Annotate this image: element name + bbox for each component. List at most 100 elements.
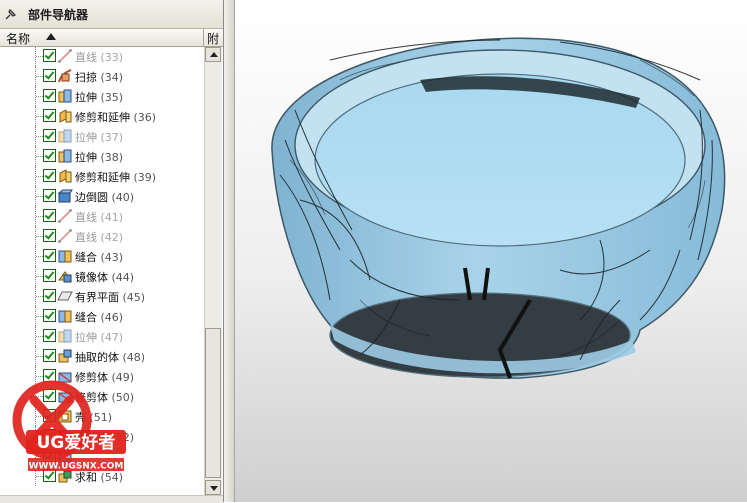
visibility-checkbox[interactable] bbox=[43, 49, 56, 62]
visibility-checkbox[interactable] bbox=[43, 329, 56, 342]
tree-row[interactable]: 缝合 (43) bbox=[0, 246, 203, 266]
visibility-checkbox[interactable] bbox=[43, 109, 56, 122]
tree-connector bbox=[36, 236, 43, 237]
tree-row[interactable]: 缝合 (46) bbox=[0, 306, 203, 326]
tree-row[interactable]: 直线 (42) bbox=[0, 226, 203, 246]
tree-row[interactable]: 抽取的体 (48) bbox=[0, 346, 203, 366]
column-header[interactable]: 名称 附 bbox=[0, 29, 223, 47]
scroll-up-button[interactable] bbox=[205, 47, 221, 62]
feature-entry[interactable]: 镜像体 (44) bbox=[75, 269, 134, 285]
feature-number: (42) bbox=[100, 231, 124, 244]
sew-icon bbox=[58, 250, 72, 263]
feature-label: 边倒圆 bbox=[75, 191, 108, 204]
tree-row[interactable]: 镜像体 (44) bbox=[0, 266, 203, 286]
feature-number: (33) bbox=[100, 51, 124, 64]
graphics-viewport[interactable] bbox=[235, 0, 747, 502]
extrude-icon bbox=[58, 329, 72, 343]
feature-entry[interactable]: 拉伸 (38) bbox=[75, 149, 123, 165]
visibility-checkbox[interactable] bbox=[43, 149, 56, 162]
tree-connector bbox=[36, 196, 43, 197]
feature-label: 扫掠 bbox=[75, 71, 97, 84]
feature-label: 拉伸 bbox=[75, 91, 97, 104]
tree-row[interactable]: 直线 (41) bbox=[0, 206, 203, 226]
bounded-plane-icon bbox=[57, 291, 73, 301]
tree-row[interactable]: 修剪和延伸 (39) bbox=[0, 166, 203, 186]
visibility-checkbox[interactable] bbox=[43, 249, 56, 262]
tree-row[interactable]: 拉伸 (35) bbox=[0, 86, 203, 106]
mirror-body-icon bbox=[58, 271, 72, 283]
navigator-title: 部件导航器 bbox=[28, 8, 89, 22]
arrow-up-icon bbox=[210, 52, 218, 57]
feature-label: 缝合 bbox=[75, 251, 97, 264]
feature-number: (46) bbox=[100, 311, 124, 324]
feature-number: (36) bbox=[133, 111, 157, 124]
tree-connector bbox=[36, 96, 43, 97]
tree-connector bbox=[36, 116, 43, 117]
feature-entry[interactable]: 修剪和延伸 (36) bbox=[75, 109, 156, 125]
visibility-checkbox[interactable] bbox=[43, 69, 56, 82]
vertical-scrollbar[interactable] bbox=[204, 47, 222, 495]
visibility-checkbox[interactable] bbox=[43, 89, 56, 102]
feature-entry[interactable]: 拉伸 (35) bbox=[75, 89, 123, 105]
attach-column-header[interactable]: 附 bbox=[207, 30, 219, 47]
feature-entry[interactable]: 缝合 (46) bbox=[75, 309, 123, 325]
column-divider[interactable] bbox=[203, 29, 204, 46]
visibility-checkbox[interactable] bbox=[43, 189, 56, 202]
feature-entry[interactable]: 直线 (41) bbox=[75, 209, 123, 225]
feature-entry[interactable]: 扫掠 (34) bbox=[75, 69, 123, 85]
tree-row[interactable]: 有界平面 (45) bbox=[0, 286, 203, 306]
visibility-checkbox[interactable] bbox=[43, 289, 56, 302]
feature-number: (38) bbox=[100, 151, 124, 164]
feature-number: (37) bbox=[100, 131, 124, 144]
feature-entry[interactable]: 直线 (42) bbox=[75, 229, 123, 245]
visibility-checkbox[interactable] bbox=[43, 229, 56, 242]
tree-connector bbox=[36, 296, 43, 297]
feature-label: 抽取的体 bbox=[75, 351, 119, 364]
tree-connector bbox=[36, 256, 43, 257]
tree-connector bbox=[36, 216, 43, 217]
name-column-header[interactable]: 名称 bbox=[6, 30, 30, 47]
tree-row[interactable]: 拉伸 (37) bbox=[0, 126, 203, 146]
visibility-checkbox[interactable] bbox=[43, 269, 56, 282]
feature-number: (39) bbox=[133, 171, 157, 184]
feature-entry[interactable]: 拉伸 (37) bbox=[75, 129, 123, 145]
feature-number: (43) bbox=[100, 251, 124, 264]
feature-label: 有界平面 bbox=[75, 291, 119, 304]
feature-entry[interactable]: 修剪和延伸 (39) bbox=[75, 169, 156, 185]
feature-label: 拉伸 bbox=[75, 331, 97, 344]
visibility-checkbox[interactable] bbox=[43, 349, 56, 362]
tree-row[interactable]: 扫掠 (34) bbox=[0, 66, 203, 86]
tree-connector bbox=[36, 356, 43, 357]
feature-label: 修剪和延伸 bbox=[75, 171, 130, 184]
line-icon bbox=[58, 229, 72, 243]
scroll-thumb[interactable] bbox=[205, 328, 221, 478]
feature-entry[interactable]: 拉伸 (47) bbox=[75, 329, 123, 345]
panel-splitter[interactable] bbox=[224, 0, 235, 502]
tree-row[interactable]: 修剪和延伸 (36) bbox=[0, 106, 203, 126]
tree-connector bbox=[36, 56, 43, 57]
tree-row[interactable]: 拉伸 (47) bbox=[0, 326, 203, 346]
watermark-brand: UG爱好者 bbox=[37, 432, 116, 453]
tree-row[interactable]: 拉伸 (38) bbox=[0, 146, 203, 166]
ugsnx-watermark-logo: UG爱好者 WWW.UGSNX.COM bbox=[12, 380, 126, 472]
tree-row[interactable]: 直线 (33) bbox=[0, 47, 203, 66]
feature-entry[interactable]: 直线 (33) bbox=[75, 49, 123, 65]
feature-entry[interactable]: 缝合 (43) bbox=[75, 249, 123, 265]
visibility-checkbox[interactable] bbox=[43, 129, 56, 142]
line-icon bbox=[58, 49, 72, 63]
scroll-down-button[interactable] bbox=[205, 480, 221, 495]
visibility-checkbox[interactable] bbox=[43, 309, 56, 322]
sweep-icon bbox=[58, 69, 72, 83]
visibility-checkbox[interactable] bbox=[43, 169, 56, 182]
feature-number: (41) bbox=[100, 211, 124, 224]
ring-3d-model[interactable] bbox=[235, 0, 747, 502]
feature-entry[interactable]: 有界平面 (45) bbox=[75, 289, 145, 305]
feature-label: 拉伸 bbox=[75, 151, 97, 164]
pin-icon[interactable] bbox=[4, 7, 18, 21]
tree-row[interactable]: 边倒圆 (40) bbox=[0, 186, 203, 206]
feature-entry[interactable]: 边倒圆 (40) bbox=[75, 189, 134, 205]
arrow-down-icon bbox=[210, 486, 218, 491]
feature-entry[interactable]: 抽取的体 (48) bbox=[75, 349, 145, 365]
extrude-icon bbox=[58, 129, 72, 143]
visibility-checkbox[interactable] bbox=[43, 209, 56, 222]
